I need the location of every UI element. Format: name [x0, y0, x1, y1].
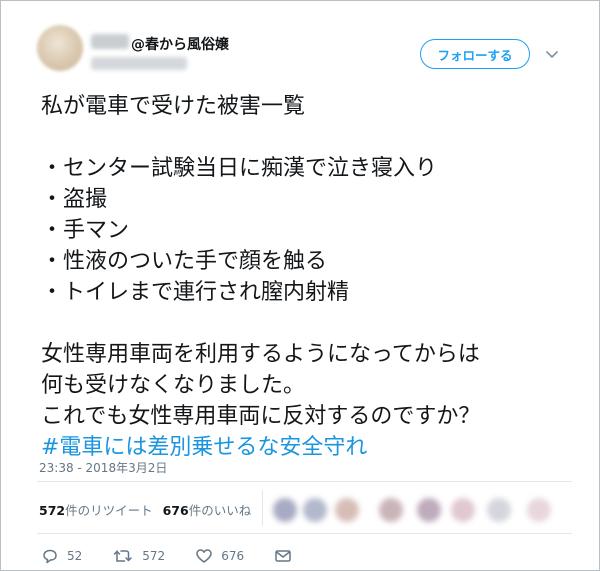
- retweet-button[interactable]: 572: [112, 548, 165, 564]
- blurred-handle: [91, 57, 187, 70]
- tweet-line: ・盗撮: [41, 187, 108, 212]
- heart-icon: [196, 549, 212, 563]
- reply-count: 52: [67, 549, 83, 563]
- liker-avatar[interactable]: [335, 498, 359, 522]
- like-stat-count: 676: [162, 503, 189, 518]
- like-count: 676: [221, 549, 245, 563]
- tweet-line: 私が電車で受けた被害一覧: [41, 94, 306, 119]
- liker-avatar[interactable]: [379, 498, 403, 522]
- action-bar: 52 572 676: [41, 546, 330, 566]
- reply-icon: [43, 549, 57, 564]
- message-button[interactable]: [274, 548, 300, 564]
- blurred-name: [91, 34, 129, 49]
- liker-avatar[interactable]: [303, 498, 327, 522]
- display-name[interactable]: @春から風俗嬢: [131, 34, 229, 54]
- tweet-line: ・手マン: [41, 218, 130, 243]
- avatar[interactable]: [37, 25, 83, 71]
- engagement-stats: 572件のリツイート 676件のいいね: [39, 500, 251, 519]
- liker-avatar[interactable]: [451, 498, 475, 522]
- reply-button[interactable]: 52: [41, 548, 82, 564]
- liker-avatar[interactable]: [417, 498, 441, 522]
- tweet-line: これでも女性専用車両に反対するのですか？: [41, 404, 481, 429]
- like-button[interactable]: 676: [195, 548, 244, 564]
- liker-avatar[interactable]: [527, 498, 551, 522]
- divider: [37, 533, 572, 534]
- tweet-line: 何も受けなくなりました。: [41, 373, 306, 398]
- liker-avatar[interactable]: [487, 498, 511, 522]
- retweet-stat[interactable]: 572件のリツイート: [39, 503, 153, 518]
- retweet-icon: [114, 550, 133, 562]
- retweet-stat-label: 件のリツイート: [65, 503, 153, 518]
- retweet-count: 572: [142, 549, 166, 563]
- tweet-line: 女性専用車両を利用するようになってからは: [41, 342, 480, 367]
- divider: [262, 490, 263, 526]
- tweet-line: ・センター試験当日に痴漢で泣き寝入り: [41, 156, 438, 181]
- chevron-down-icon[interactable]: [543, 45, 561, 63]
- retweet-stat-count: 572: [39, 503, 66, 518]
- like-stat-label: 件のいいね: [188, 503, 252, 518]
- follow-button[interactable]: フォローする: [420, 39, 530, 69]
- envelope-icon: [275, 550, 291, 562]
- tweet-line: ・トイレまで連行され膣内射精: [41, 280, 350, 305]
- divider: [37, 481, 572, 482]
- liker-avatar[interactable]: [273, 498, 297, 522]
- tweet-text: 私が電車で受けた被害一覧 ・センター試験当日に痴漢で泣き寝入り ・盗撮 ・手マン…: [41, 91, 586, 463]
- tweet-card: @春から風俗嬢 フォローする 私が電車で受けた被害一覧 ・センター試験当日に痴漢…: [0, 0, 600, 571]
- like-stat[interactable]: 676件のいいね: [163, 503, 252, 518]
- timestamp[interactable]: 23:38 - 2018年3月2日: [39, 459, 167, 476]
- tweet-line: ・性液のついた手で顔を触る: [41, 249, 328, 274]
